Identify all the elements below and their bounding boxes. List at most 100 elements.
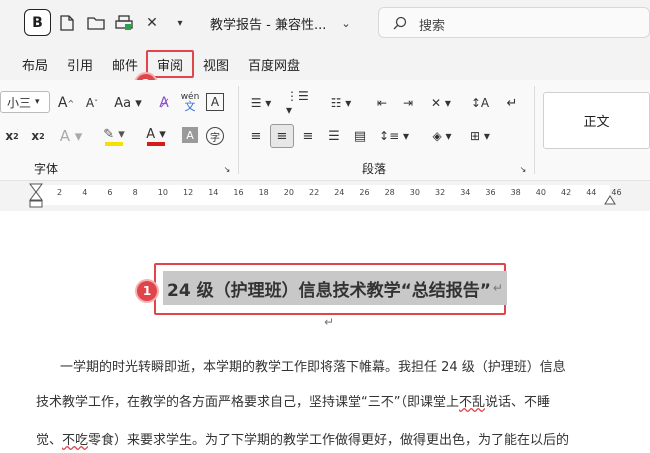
ruler-tick-label: 44 [586,188,597,197]
ruler-tick-label: 34 [460,188,471,197]
clear-formatting-icon[interactable]: A̷ [154,93,174,113]
document-title: 教学报告 - 兼容性... [210,18,327,33]
paragraph-dialog-launcher-icon[interactable]: ↘ [518,164,528,174]
highlight-color-button[interactable]: ✎ ▾ [98,124,130,148]
subscript-icon[interactable]: x2 [4,126,20,146]
highlight-color-swatch [105,141,123,146]
show-marks-icon[interactable]: ↵ [502,93,522,113]
paragraph-text: 说话、不睡 [485,395,551,410]
divider [534,86,535,174]
font-color-button[interactable]: A ▾ [140,124,172,148]
ruler-tick-label: 32 [435,188,446,197]
font-size-value: 小三 [7,95,32,110]
ruler-tick-label: 4 [82,188,88,197]
ruler-tick-label: 38 [510,188,521,197]
ribbon-home: 小三 ▾ A ^ Aˇ Aa ▾ A̷ wén 文 A x2 x2 A ▾ ✎ ▾ … [0,80,650,181]
divider [238,86,239,174]
text-effects-icon[interactable]: A ▾ [56,126,86,146]
ruler-strip [40,185,610,205]
ruler-tick-label: 28 [384,188,395,197]
document-page[interactable]: 24 级（护理班）信息技术教学“总结报告” ↵ 1 ↵ 一学期的时光转瞬即逝，本… [0,211,650,453]
ruler-tick-label: 30 [409,188,420,197]
tab-references[interactable]: 引用 [67,55,93,74]
paragraph-line-1[interactable]: 一学期的时光转瞬即逝，本学期的教学工作即将落下帷幕。我担任 24 级（护理班）信… [60,356,640,375]
ruler-tick-label: 46 [611,188,622,197]
phonetic-guide-icon[interactable]: wén 文 [180,91,200,113]
print-icon[interactable] [114,10,134,36]
character-shading-icon[interactable]: A [182,127,198,143]
ruler-tick-label: 24 [334,188,345,197]
paragraph-text: 技术教学工作，在教学的各方面严格要求自己，坚持课堂“三不”（即课堂上 [36,395,459,410]
title-bar: B ✕ ▾ 教学报告 - 兼容性... ⌄ 搜索 [0,0,650,46]
callout-badge-1: 1 [137,281,157,301]
line-spacing-icon[interactable]: ↕≡ ▾ [378,126,410,146]
distributed-icon[interactable]: ▤ [350,126,370,146]
ruler-tick-label: 22 [309,188,320,197]
spelling-error[interactable]: 不乱 [459,395,485,410]
indent-marker-icon[interactable] [29,183,43,209]
paragraph-mark-icon: ↵ [324,315,335,329]
tab-mailings[interactable]: 邮件 [112,55,138,74]
tab-review[interactable]: 审阅 [146,50,194,78]
multilevel-list-icon[interactable]: ☷ ▾ [326,93,356,113]
search-box[interactable]: 搜索 [378,7,650,38]
paragraph-line-2[interactable]: 技术教学工作，在教学的各方面严格要求自己，坚持课堂“三不”（即课堂上不乱说话、不… [36,391,616,410]
paragraph-text: 零食）来要求学生。为了下学期的教学工作做得更好，做得更出色，为了能在以后的 [88,433,570,448]
tab-baidu-netdisk[interactable]: 百度网盘 [248,55,300,74]
ruler-tick-label: 12 [183,188,194,197]
document-heading-text: 24 级（护理班）信息技术教学“总结报告” [167,280,491,301]
paragraph-line-3[interactable]: 觉、不吃零食）来要求学生。为了下学期的教学工作做得更好，做得更出色，为了能在以后… [36,429,616,448]
grow-font-icon[interactable]: A ^ [56,93,76,113]
justify-icon[interactable]: ☰ [324,126,344,146]
chevron-down-icon[interactable]: ⌄ [338,10,354,36]
app-menu-button[interactable]: B [24,9,51,36]
customize-toolbar-icon[interactable]: ▾ [172,10,188,36]
paragraph-text: 觉、 [36,433,63,448]
ruler-tick-label: 16 [233,188,244,197]
spelling-error[interactable]: 不吃 [62,433,88,448]
numbering-icon[interactable]: ⋮☰ ▾ [286,89,316,117]
close-icon[interactable]: ✕ [144,10,160,36]
ruler-tick-label: 2 [57,188,63,197]
enclose-characters-icon[interactable]: 字 [206,127,224,145]
font-size-select[interactable]: 小三 ▾ [0,91,50,113]
ruler-tick-label: 42 [561,188,572,197]
ruler-tick-label: 26 [359,188,370,197]
ruler-tick-label: 18 [258,188,269,197]
align-right-icon[interactable]: ≡ [298,126,318,146]
decrease-indent-icon[interactable]: ⇤ [372,93,392,113]
document-heading[interactable]: 24 级（护理班）信息技术教学“总结报告” ↵ [163,271,507,305]
sort-icon[interactable]: ↕A [470,93,490,113]
bullets-icon[interactable]: ☰ ▾ [246,93,276,113]
search-input[interactable]: 搜索 [419,15,445,34]
shading-icon[interactable]: ◈ ▾ [426,126,458,146]
ruler-tick-label: 36 [485,188,496,197]
new-file-icon[interactable] [58,10,76,36]
superscript-icon[interactable]: x2 [30,126,46,146]
ruler[interactable]: 2 4 6 8 10 12 14 16 18 20 22 24 26 28 30 32 34 36 38 40 42 44… [0,181,650,211]
shrink-font-icon[interactable]: Aˇ [82,93,102,113]
font-dialog-launcher-icon[interactable]: ↘ [222,164,232,174]
change-case-icon[interactable]: Aa ▾ [110,93,146,113]
borders-icon[interactable]: ⊞ ▾ [464,126,496,146]
align-left-icon[interactable]: ≡ [246,126,266,146]
style-normal[interactable]: 正文 [543,92,650,149]
paragraph-mark-icon: ↵ [492,281,503,295]
ruler-tick-label: 8 [132,188,138,197]
ruler-tick-label: 20 [283,188,294,197]
font-color-swatch [147,141,165,146]
align-center-icon[interactable]: ≡ [270,124,294,148]
font-group-label: 字体 [34,162,59,176]
chinese-layout-icon[interactable]: ✕ ▾ [426,93,456,113]
style-normal-label: 正文 [583,115,610,130]
ruler-tick-label: 6 [107,188,113,197]
ruler-tick-label: 14 [208,188,219,197]
search-icon [393,16,407,30]
ruler-tick-label: 10 [157,188,168,197]
character-border-icon[interactable]: A [206,93,224,111]
tab-layout[interactable]: 布局 [22,55,48,74]
ruler-tick-label: 40 [535,188,546,197]
open-folder-icon[interactable] [86,10,106,36]
increase-indent-icon[interactable]: ⇥ [398,93,418,113]
tab-view[interactable]: 视图 [203,55,229,74]
